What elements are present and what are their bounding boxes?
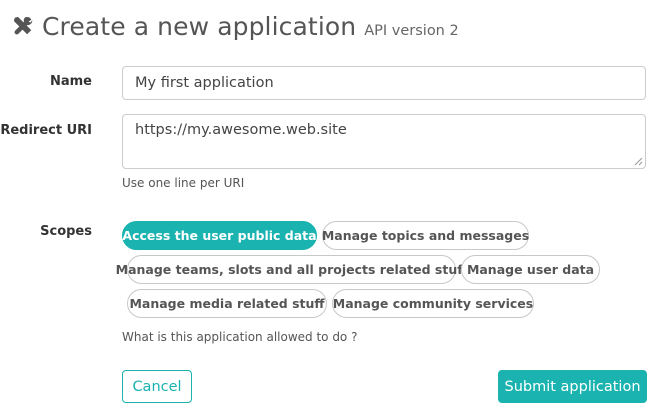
scope-pill-media[interactable]: Manage media related stuff (127, 289, 327, 318)
scope-pill-user-data[interactable]: Manage user data (461, 255, 600, 284)
redirect-uri-textarea[interactable]: https://my.awesome.web.site (122, 114, 646, 169)
scopes-help: What is this application allowed to do ? (122, 330, 358, 344)
redirect-uri-value: https://my.awesome.web.site (135, 122, 347, 138)
page-title: Create a new application (42, 12, 357, 41)
scopes-label: Scopes (40, 224, 92, 239)
redirect-uri-label: Redirect URI (0, 123, 92, 138)
scope-pill-user-public-data[interactable]: Access the user public data (122, 221, 317, 250)
name-label: Name (49, 74, 92, 89)
scope-pill-topics-messages[interactable]: Manage topics and messages (322, 221, 529, 250)
scope-pill-teams-slots-projects[interactable]: Manage teams, slots and all projects rel… (116, 255, 467, 284)
cancel-button[interactable]: Cancel (122, 370, 192, 403)
scope-pill-community-services[interactable]: Manage community services (332, 289, 534, 318)
resize-handle-icon[interactable] (634, 157, 643, 166)
name-input[interactable] (122, 66, 646, 100)
api-version-label: API version 2 (364, 23, 459, 39)
redirect-uri-help: Use one line per URI (122, 176, 245, 190)
submit-application-button[interactable]: Submit application (498, 370, 647, 403)
page-header: Create a new application API version 2 (12, 12, 459, 41)
tools-icon (13, 16, 33, 35)
